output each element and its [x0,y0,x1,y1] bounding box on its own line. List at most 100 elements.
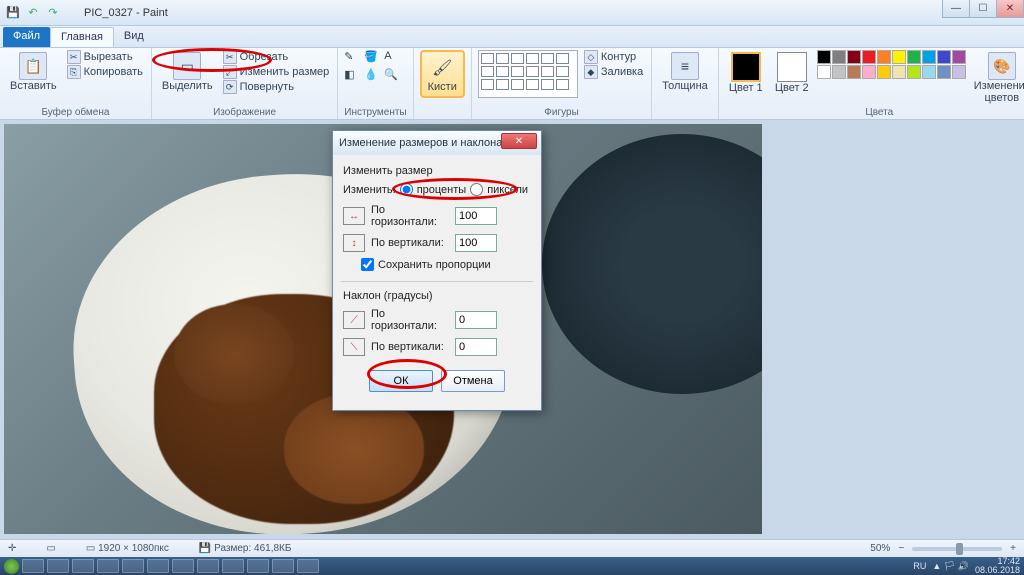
zoom-out-button[interactable]: − [898,543,904,554]
shapes-gallery[interactable] [478,50,578,98]
rotate-icon: ⟳ [223,80,237,94]
palette-swatch[interactable] [952,50,966,64]
color2-button[interactable]: Цвет 2 [771,50,813,97]
taskbar: RU ▲ 🏳 🔊 17:42 08.06.2018 [0,557,1024,575]
skew-v-input[interactable] [455,338,497,356]
palette-swatch[interactable] [892,50,906,64]
resize-group-label: Изменить размер [343,165,531,177]
rotate-button[interactable]: ⟳Повернуть [221,80,332,94]
dialog-title-bar[interactable]: Изменение размеров и наклона ✕ [333,131,541,155]
tab-home[interactable]: Главная [50,27,114,47]
palette-swatch[interactable] [907,65,921,79]
resize-icon: ⤢ [223,65,237,79]
pixels-radio[interactable] [470,183,483,196]
taskbar-item[interactable] [97,559,119,573]
percent-radio[interactable] [400,183,413,196]
close-button[interactable]: ✕ [996,0,1024,18]
brushes-button[interactable]: 🖌 Кисти [420,50,465,98]
color1-swatch [731,52,761,82]
cancel-button[interactable]: Отмена [441,370,505,392]
tray-lang[interactable]: RU [913,561,926,571]
keep-aspect-checkbox[interactable] [361,258,374,271]
redo-icon[interactable]: ↷ [44,4,62,22]
palette-swatch[interactable] [937,65,951,79]
taskbar-item[interactable] [147,559,169,573]
outline-button[interactable]: ◇Контур [582,50,645,64]
undo-icon[interactable]: ↶ [24,4,42,22]
taskbar-item[interactable] [172,559,194,573]
disk-icon: 💾 [199,543,211,554]
zoom-icon[interactable]: 🔍 [384,68,400,82]
taskbar-item[interactable] [297,559,319,573]
horizontal-input[interactable] [455,207,497,225]
skew-h-input[interactable] [455,311,497,329]
tray-icons[interactable]: ▲ 🏳 🔊 [932,561,969,572]
palette-swatch[interactable] [817,65,831,79]
palette-swatch[interactable] [862,50,876,64]
edit-colors-button[interactable]: 🎨 Изменение цветов [970,50,1024,106]
minimize-button[interactable]: — [942,0,970,18]
dialog-close-button[interactable]: ✕ [501,133,537,149]
thickness-button[interactable]: ≡ Толщина [658,50,712,95]
fill-icon[interactable]: 🪣 [364,50,380,64]
color-palette[interactable] [817,50,966,79]
palette-swatch[interactable] [847,65,861,79]
eraser-icon[interactable]: ◧ [344,68,360,82]
palette-swatch[interactable] [817,50,831,64]
ok-button[interactable]: ОК [369,370,433,392]
palette-swatch[interactable] [877,50,891,64]
maximize-button[interactable]: ☐ [969,0,997,18]
taskbar-item[interactable] [122,559,144,573]
select-button[interactable]: ▭ Выделить [158,50,217,95]
taskbar-item[interactable] [72,559,94,573]
group-brushes: 🖌 Кисти [414,48,472,119]
palette-swatch[interactable] [832,50,846,64]
skew-vertical-icon: ⟍ [343,338,365,356]
tab-file[interactable]: Файл [3,27,50,47]
picker-icon[interactable]: 💧 [364,68,380,82]
skew-group-label: Наклон (градусы) [343,290,531,302]
select-icon: ▭ [173,52,201,80]
quick-access-toolbar: 💾 ↶ ↷ [0,4,66,22]
resize-button[interactable]: ⤢Изменить размер [221,65,332,79]
cut-button[interactable]: ✂Вырезать [65,50,145,64]
color1-button[interactable]: Цвет 1 [725,50,767,97]
palette-swatch[interactable] [952,65,966,79]
crop-button[interactable]: ✂Обрезать [221,50,332,64]
taskbar-item[interactable] [222,559,244,573]
shape-fill-button[interactable]: ◆Заливка [582,65,645,79]
palette-swatch[interactable] [832,65,846,79]
group-clipboard: 📋 Вставить ✂Вырезать ⎘Копировать Буфер о… [0,48,152,119]
paste-button[interactable]: 📋 Вставить [6,50,61,95]
taskbar-item[interactable] [22,559,44,573]
zoom-slider[interactable] [912,547,1002,551]
vertical-input[interactable] [455,234,497,252]
copy-icon: ⎘ [67,65,81,79]
taskbar-item[interactable] [272,559,294,573]
start-button[interactable] [4,559,19,574]
shape-fill-icon: ◆ [584,65,598,79]
palette-swatch[interactable] [892,65,906,79]
save-icon[interactable]: 💾 [4,4,22,22]
dimensions-icon: ▭ [86,543,95,554]
palette-swatch[interactable] [907,50,921,64]
paste-icon: 📋 [19,52,47,80]
taskbar-item[interactable] [247,559,269,573]
taskbar-item[interactable] [47,559,69,573]
palette-swatch[interactable] [922,65,936,79]
palette-swatch[interactable] [922,50,936,64]
palette-swatch[interactable] [877,65,891,79]
outline-icon: ◇ [584,50,598,64]
status-dimensions: 1920 × 1080пкс [98,543,169,554]
group-thickness: ≡ Толщина [652,48,719,119]
palette-swatch[interactable] [862,65,876,79]
palette-swatch[interactable] [937,50,951,64]
zoom-in-button[interactable]: + [1010,543,1016,554]
text-icon[interactable]: A [384,50,400,64]
cursor-pos-icon: ✛ [8,543,16,554]
palette-swatch[interactable] [847,50,861,64]
pencil-icon[interactable]: ✎ [344,50,360,64]
tab-view[interactable]: Вид [114,27,154,47]
taskbar-item[interactable] [197,559,219,573]
copy-button[interactable]: ⎘Копировать [65,65,145,79]
